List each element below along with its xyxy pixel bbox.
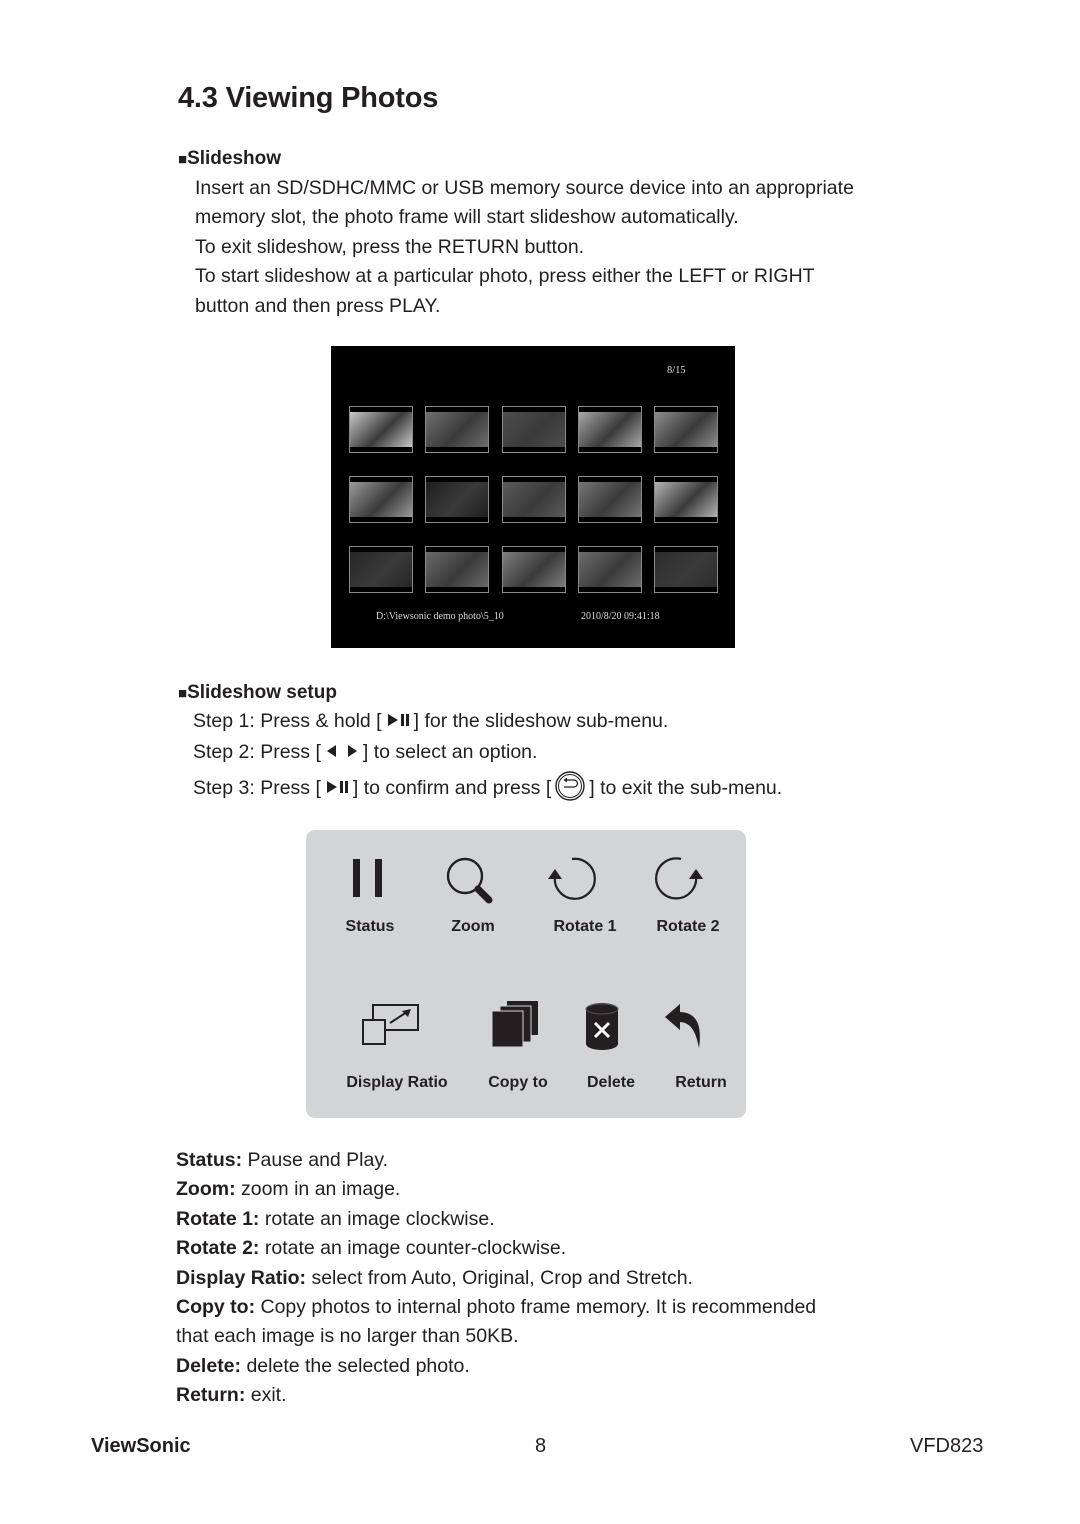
- description-line: Return: exit.: [176, 1384, 287, 1407]
- description-line: Zoom: zoom in an image.: [176, 1178, 401, 1201]
- thumb-monitor-product[interactable]: [425, 476, 490, 523]
- section-heading-setup: ■Slideshow setup: [178, 682, 337, 704]
- menu-item-label: Rotate 1: [553, 918, 617, 935]
- bullet-square: ■: [178, 685, 188, 702]
- thumbnail-image: [502, 482, 565, 517]
- thumb-beach-waves[interactable]: [654, 476, 719, 523]
- paragraph-line: Insert an SD/SDHC/MMC or USB memory sour…: [195, 177, 854, 199]
- menu-item-label: Status: [345, 918, 395, 935]
- return-button-icon: [553, 770, 587, 811]
- thumb-beach-children[interactable]: [425, 406, 490, 453]
- section-title: Slideshow: [187, 148, 282, 169]
- description-line: Status: Pause and Play.: [176, 1149, 389, 1171]
- thumbnail-image: [655, 552, 718, 587]
- thumb-older-couple[interactable]: [501, 546, 566, 593]
- menu-descriptions: Status: Pause and Play. Zoom: zoom in an…: [176, 1146, 816, 1411]
- footer-model: VFD823: [910, 1435, 984, 1457]
- photo-counter: 8/15: [667, 365, 686, 376]
- description-line: Rotate 1: rotate an image clockwise.: [176, 1207, 495, 1230]
- play-pause-icon: [383, 709, 413, 738]
- menu-item-label: Return: [675, 1074, 727, 1091]
- thumbnail-image: [426, 412, 489, 447]
- paragraph-line: button and then press PLAY.: [195, 294, 441, 317]
- thumbnail-image: [350, 412, 412, 447]
- menu-item-label: Display Ratio: [346, 1074, 448, 1091]
- left-right-arrows-icon: [322, 740, 362, 769]
- thumbnail-image: [578, 482, 641, 517]
- date-time: 2010/8/20 09:41:18: [581, 611, 660, 622]
- paragraph-line: To exit slideshow, press the RETURN butt…: [195, 235, 585, 258]
- setup-steps: Step 1: Press & hold [] for the slidesho…: [193, 707, 782, 811]
- thumb-penguin[interactable]: [501, 406, 566, 453]
- section-heading-slideshow: ■Slideshow: [178, 148, 281, 170]
- display-ratio-icon: [362, 1004, 419, 1045]
- menu-item-label: Delete: [586, 1074, 636, 1091]
- return-arrow-icon: [665, 1004, 700, 1048]
- paragraph-line: To start slideshow at a particular photo…: [195, 265, 815, 288]
- play-pause-icon: [322, 776, 352, 805]
- magnifier-icon: [446, 857, 493, 904]
- thumbnail-screen: 8/15 D:\Viewsonic demo photo\5_10 2010/8…: [331, 346, 735, 648]
- menu-item-label: Copy to: [488, 1074, 548, 1091]
- thumbnail-image: [655, 412, 718, 447]
- section-title: Slideshow setup: [187, 682, 337, 703]
- rotate-left-icon: [548, 857, 596, 900]
- copy-stack-icon: [491, 1001, 538, 1048]
- bullet-square: ■: [178, 151, 188, 168]
- thumbnail-image: [655, 482, 718, 517]
- description-line: Display Ratio: select from Auto, Origina…: [176, 1266, 693, 1289]
- pause-icon: [353, 859, 382, 897]
- thumb-projector-product[interactable]: [349, 546, 413, 593]
- thumbnail-image: [578, 552, 641, 587]
- rotate-right-icon: [655, 857, 703, 900]
- slideshow-paragraph: Insert an SD/SDHC/MMC or USB memory sour…: [195, 174, 854, 321]
- thumbnail-image: [426, 482, 489, 517]
- thumb-group-photo[interactable]: [577, 546, 642, 593]
- slideshow-submenu-panel: Status Zoom Rotate 1 Rotate 2 Display Ra…: [306, 830, 746, 1118]
- paragraph-line: memory slot, the photo frame will start …: [195, 206, 739, 229]
- step-1: Step 1: Press & hold [] for the slidesho…: [193, 707, 782, 738]
- thumb-child-water[interactable]: [577, 406, 642, 453]
- folder-path: D:\Viewsonic demo photo\5_10: [376, 611, 504, 622]
- step-3: Step 3: Press [] to confirm and press []…: [193, 770, 782, 811]
- thumbnail-image: [350, 552, 412, 587]
- thumb-tiger[interactable]: [349, 476, 413, 523]
- description-line: Rotate 2: rotate an image counter-clockw…: [176, 1237, 567, 1260]
- page-title: 4.3 Viewing Photos: [178, 82, 439, 114]
- thumb-woman-portrait[interactable]: [349, 406, 413, 453]
- description-line: that each image is no larger than 50KB.: [176, 1325, 519, 1348]
- page-number: 8: [535, 1435, 547, 1457]
- description-line: Delete: delete the selected photo.: [176, 1354, 470, 1377]
- thumb-photo-frame-product[interactable]: [654, 546, 719, 593]
- thumb-family-smiling[interactable]: [654, 406, 719, 453]
- step-2: Step 2: Press [] to select an option.: [193, 738, 782, 769]
- thumb-family-picnic[interactable]: [501, 476, 566, 523]
- delete-bin-icon: [585, 1003, 619, 1050]
- thumbnail-image: [350, 482, 412, 517]
- thumbnail-image: [502, 552, 565, 587]
- thumb-couple-outdoors[interactable]: [577, 476, 642, 523]
- menu-item-label: Zoom: [451, 918, 495, 935]
- thumb-boy-smiling[interactable]: [425, 546, 490, 593]
- description-line: Copy to: Copy photos to internal photo f…: [176, 1296, 817, 1319]
- thumbnail-image: [502, 412, 565, 447]
- thumbnail-image: [426, 552, 489, 587]
- menu-item-label: Rotate 2: [656, 918, 720, 935]
- thumbnail-image: [578, 412, 641, 447]
- footer-brand: ViewSonic: [91, 1435, 191, 1457]
